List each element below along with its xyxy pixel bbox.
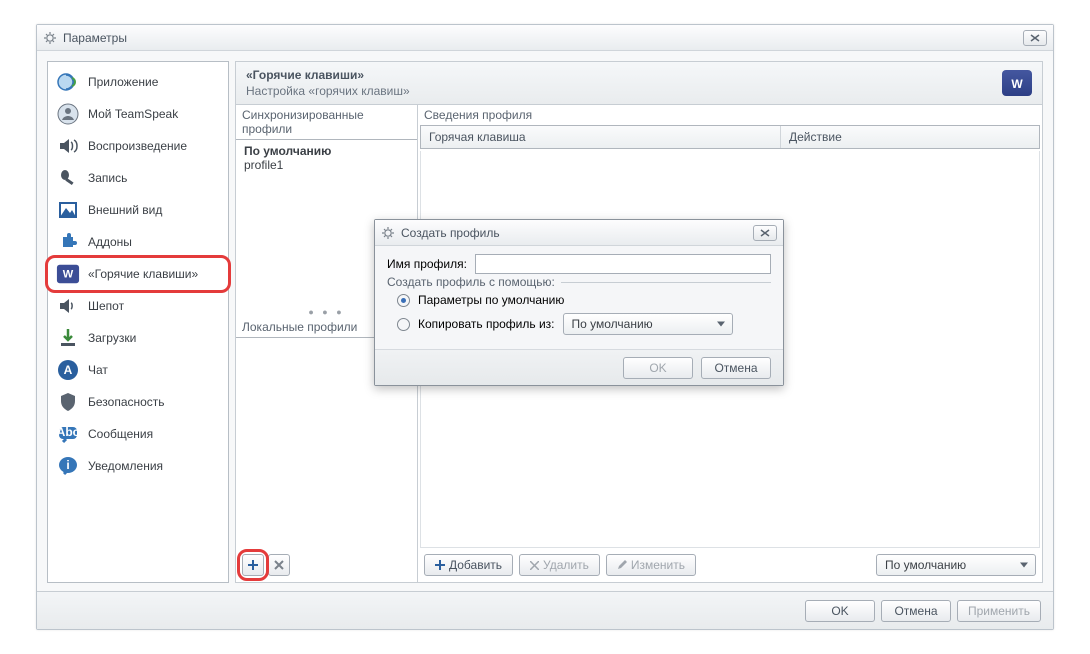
sidebar-item-hotkeys[interactable]: W «Горячие клавиши» — [48, 258, 228, 290]
legend-label: Создать профиль с помощью: — [387, 275, 561, 289]
details-label: Сведения профиля — [418, 105, 1042, 125]
sidebar-item-design[interactable]: Внешний вид — [48, 194, 228, 226]
sidebar-item-label: Мой TeamSpeak — [88, 107, 178, 121]
sidebar-item-playback[interactable]: Воспроизведение — [48, 130, 228, 162]
mic-icon — [56, 166, 80, 190]
download-icon — [56, 326, 80, 350]
sidebar-item-label: Загрузки — [88, 331, 136, 345]
sidebar-item-label: Шепот — [88, 299, 124, 313]
apply-button[interactable]: Применить — [957, 600, 1041, 622]
section-icon: W — [1002, 70, 1032, 96]
col-action[interactable]: Действие — [781, 126, 850, 148]
ok-button[interactable]: OK — [805, 600, 875, 622]
delete-hotkey-button[interactable]: Удалить — [519, 554, 600, 576]
sidebar-item-addons[interactable]: Аддоны — [48, 226, 228, 258]
gear-icon — [43, 31, 57, 45]
col-hotkey[interactable]: Горячая клавиша — [421, 126, 781, 148]
puzzle-icon — [56, 230, 80, 254]
svg-text:i: i — [66, 458, 69, 472]
cancel-button[interactable]: Отмена — [881, 600, 951, 622]
app-icon — [56, 70, 80, 94]
header-title: «Горячие клавиши» — [246, 68, 1002, 82]
titlebar: Параметры — [37, 25, 1053, 51]
radio-copy[interactable] — [397, 318, 410, 331]
message-icon: Abc — [56, 422, 80, 446]
keyboard-icon: W — [56, 262, 80, 286]
create-profile-dialog: Создать профиль Имя профиля: Создать про… — [374, 219, 784, 386]
details-header: Горячая клавиша Действие — [420, 125, 1040, 149]
profile-item-default[interactable]: По умолчанию — [244, 144, 409, 158]
svg-text:W: W — [63, 269, 74, 281]
sidebar-item-label: Аддоны — [88, 235, 132, 249]
dialog-titlebar: Создать профиль — [375, 220, 783, 246]
sidebar-item-security[interactable]: Безопасность — [48, 386, 228, 418]
dialog-body: Имя профиля: Создать профиль с помощью: … — [387, 254, 771, 345]
chat-icon: A — [56, 358, 80, 382]
sidebar-item-messages[interactable]: Abc Сообщения — [48, 418, 228, 450]
shield-icon — [56, 390, 80, 414]
sidebar-item-label: Воспроизведение — [88, 139, 187, 153]
dialog-cancel-button[interactable]: Отмена — [701, 357, 771, 379]
radio-default-label: Параметры по умолчанию — [418, 293, 564, 307]
user-icon — [56, 102, 80, 126]
default-profile-combo[interactable]: По умолчанию — [876, 554, 1036, 576]
sidebar-item-myteamspeak[interactable]: Мой TeamSpeak — [48, 98, 228, 130]
radio-default[interactable] — [397, 294, 410, 307]
sidebar-item-label: Безопасность — [88, 395, 165, 409]
sidebar-item-whisper[interactable]: Шепот — [48, 290, 228, 322]
profile-name-input[interactable] — [475, 254, 771, 274]
dialog-footer: OK Отмена — [375, 349, 783, 385]
profile-item-1[interactable]: profile1 — [244, 158, 409, 172]
sidebar-item-capture[interactable]: Запись — [48, 162, 228, 194]
add-hotkey-button[interactable]: Добавить — [424, 554, 513, 576]
sidebar-item-label: Чат — [88, 363, 108, 377]
sidebar-item-label: Запись — [88, 171, 127, 185]
edit-hotkey-button[interactable]: Изменить — [606, 554, 696, 576]
window-title: Параметры — [63, 31, 127, 45]
dialog-title: Создать профиль — [401, 226, 500, 240]
section-header: «Горячие клавиши» Настройка «горячих кла… — [235, 61, 1043, 105]
window-footer: OK Отмена Применить — [37, 591, 1053, 629]
sidebar-item-label: Сообщения — [88, 427, 153, 441]
design-icon — [56, 198, 80, 222]
sidebar: Приложение Мой TeamSpeak Воспроизведение… — [47, 61, 229, 583]
gear-icon — [381, 226, 395, 240]
sidebar-item-label: «Горячие клавиши» — [88, 267, 198, 281]
sidebar-item-downloads[interactable]: Загрузки — [48, 322, 228, 354]
profile-name-label: Имя профиля: — [387, 257, 467, 271]
sidebar-item-notifications[interactable]: i Уведомления — [48, 450, 228, 482]
svg-text:A: A — [64, 363, 73, 377]
synced-profiles-label: Синхронизированные профили — [236, 105, 417, 139]
radio-copy-label: Копировать профиль из: — [418, 317, 555, 331]
add-profile-button[interactable] — [242, 554, 264, 576]
remove-profile-button[interactable] — [268, 554, 290, 576]
sidebar-item-application[interactable]: Приложение — [48, 66, 228, 98]
sidebar-item-label: Приложение — [88, 75, 158, 89]
create-with-group: Создать профиль с помощью: Параметры по … — [387, 282, 771, 345]
sidebar-item-chat[interactable]: A Чат — [48, 354, 228, 386]
whisper-icon — [56, 294, 80, 318]
svg-text:Abc: Abc — [57, 425, 80, 439]
svg-text:W: W — [1011, 77, 1023, 91]
header-subtitle: Настройка «горячих клавиш» — [246, 84, 1002, 98]
close-button[interactable] — [1023, 30, 1047, 46]
sidebar-item-label: Внешний вид — [88, 203, 162, 217]
dialog-close-button[interactable] — [753, 225, 777, 241]
copy-from-combo[interactable]: По умолчанию — [563, 313, 733, 335]
sidebar-item-label: Уведомления — [88, 459, 163, 473]
speaker-icon — [56, 134, 80, 158]
info-icon: i — [56, 454, 80, 478]
dialog-ok-button[interactable]: OK — [623, 357, 693, 379]
